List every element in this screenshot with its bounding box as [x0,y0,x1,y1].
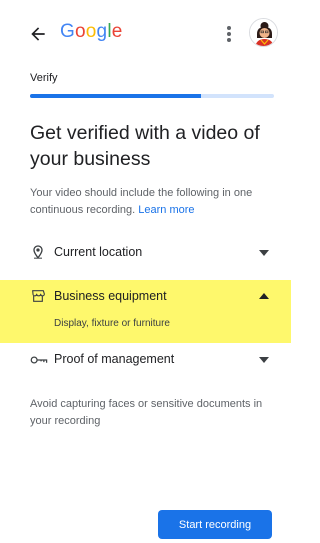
progress-fill [30,94,201,98]
more-vert-icon[interactable] [222,23,236,45]
accordion-label: Current location [54,245,143,259]
verify-screen: Google Verify Get verified with a video … [0,0,291,543]
top-app-bar: Google [0,14,291,54]
key-icon [30,356,48,364]
progress-bar [30,94,274,98]
google-logo: Google [60,21,123,42]
avatar-illustration-icon [250,19,277,46]
accordion-label: Business equipment [54,289,167,303]
location-pin-icon [33,245,43,259]
accordion-item-business-equipment[interactable]: Business equipment Display, fixture or f… [0,280,291,343]
accordion-item-proof-of-management[interactable]: Proof of management [0,343,291,377]
arrow-left-icon[interactable] [27,24,49,44]
storefront-icon [32,290,45,302]
accordion-item-current-location[interactable]: Current location [0,236,291,272]
page-title: Get verified with a video of your busine… [30,122,260,170]
accordion-label: Proof of management [54,352,175,366]
privacy-note: Avoid capturing faces or sensitive docum… [30,398,263,427]
chevron-down-icon [259,357,269,363]
chevron-up-icon [259,293,269,299]
start-recording-button[interactable]: Start recording [158,510,272,539]
learn-more-link[interactable]: Learn more [138,204,194,216]
step-label: Verify [30,72,58,84]
chevron-down-icon [259,250,269,256]
accordion-detail: Display, fixture or furniture [54,318,170,329]
avatar[interactable] [249,18,278,47]
description: Your video should include the following … [30,185,275,219]
